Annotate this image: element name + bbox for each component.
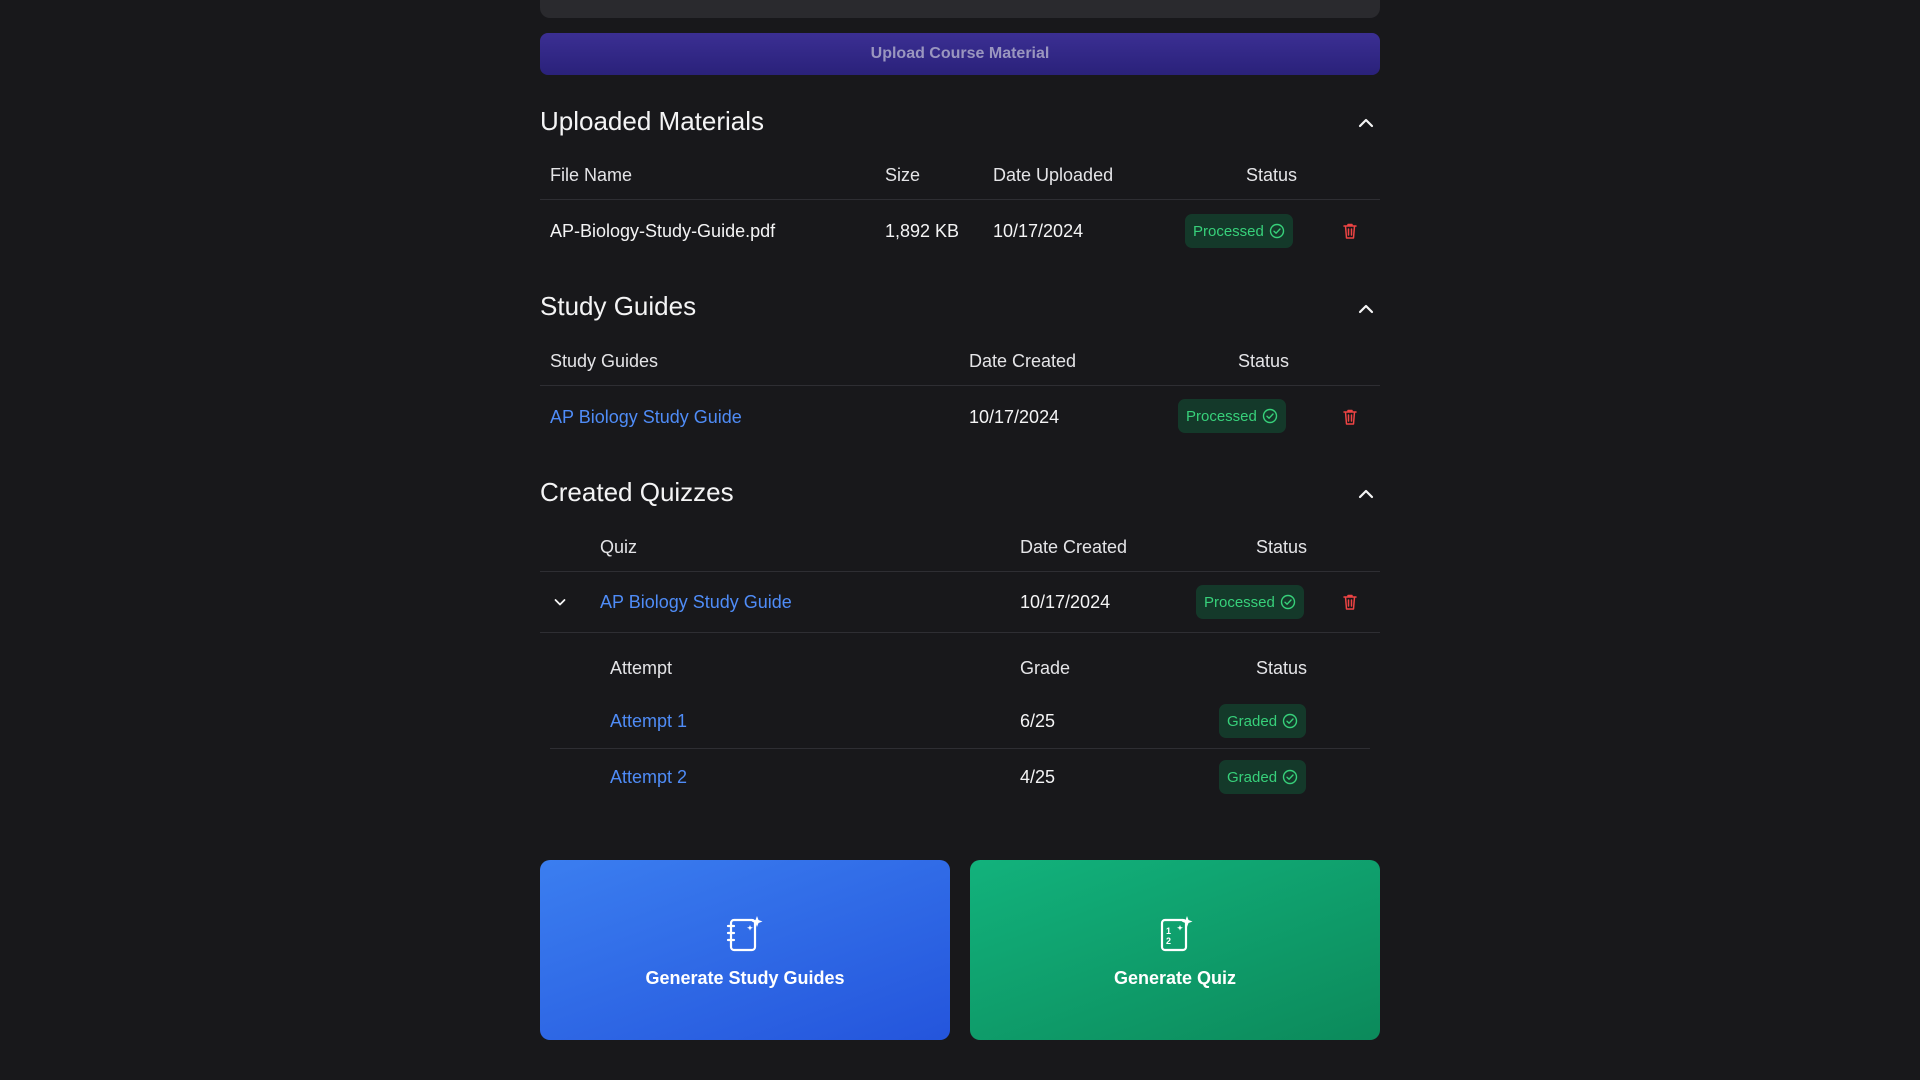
generate-study-guides-label: Generate Study Guides [645,967,845,988]
study-guide-date: 10/17/2024 [969,407,1060,427]
generate-quiz-label: Generate Quiz [1113,967,1237,988]
collapse-quizzes-button[interactable] [1352,480,1380,508]
header-date-created: Date Created [969,351,1077,371]
header-size: Size [885,165,921,185]
divider [550,748,1370,749]
uploaded-materials-title: Uploaded Materials [540,106,765,136]
generate-quiz-button[interactable]: 1 2 Generate Quiz [970,860,1380,1040]
header-file-name: File Name [550,165,633,185]
svg-text:1: 1 [1166,926,1171,936]
check-circle-icon [1269,223,1285,239]
header-date-created: Date Created [1020,537,1128,557]
expand-quiz-button[interactable] [549,591,571,613]
attempt-2-link[interactable]: Attempt 2 [610,767,687,788]
status-badge: Processed [1185,214,1293,248]
check-circle-icon [1282,713,1298,729]
material-date: 10/17/2024 [993,221,1084,241]
material-size: 1,892 KB [885,221,960,241]
status-label: Processed [1186,407,1257,425]
quiz-date: 10/17/2024 [1020,592,1111,612]
header-grade: Grade [1020,658,1071,678]
quiz-sparkle-icon: 1 2 [1160,915,1193,951]
delete-study-guide-button[interactable] [1340,407,1360,427]
delete-quiz-button[interactable] [1340,592,1360,612]
divider [540,571,1380,572]
svg-text:2: 2 [1166,936,1171,946]
divider [540,199,1380,200]
chevron-up-icon [1358,304,1374,314]
status-badge: Graded [1219,760,1307,794]
status-badge: Processed [1178,399,1286,433]
header-status: Status [1256,658,1308,678]
study-guides-title: Study Guides [540,291,697,321]
file-drop-field[interactable] [540,0,1380,18]
study-guide-link[interactable]: AP Biology Study Guide [550,407,742,428]
trash-icon [1343,223,1357,239]
header-date-uploaded: Date Uploaded [993,165,1114,185]
collapse-uploaded-materials-button[interactable] [1352,109,1380,137]
check-circle-icon [1282,769,1298,785]
header-status: Status [1238,351,1290,371]
trash-icon [1343,409,1357,425]
chevron-down-icon [554,599,566,606]
divider [540,632,1380,633]
attempt-2-grade: 4/25 [1020,767,1056,787]
chevron-up-icon [1358,489,1374,499]
header-attempt: Attempt [610,658,673,678]
header-quiz: Quiz [600,537,638,557]
trash-icon [1343,594,1357,610]
header-study-guides: Study Guides [550,351,659,371]
created-quizzes-title: Created Quizzes [540,477,734,507]
status-badge: Processed [1196,585,1304,619]
delete-material-button[interactable] [1340,221,1360,241]
notebook-sparkle-icon [726,915,763,951]
chevron-up-icon [1358,118,1374,128]
generate-study-guides-button[interactable]: Generate Study Guides [540,860,950,1040]
header-status: Status [1256,537,1308,557]
check-circle-icon [1262,408,1278,424]
header-status: Status [1246,165,1298,185]
status-badge: Graded [1219,704,1307,738]
material-file-name: AP-Biology-Study-Guide.pdf [550,221,776,241]
attempt-1-grade: 6/25 [1020,711,1056,731]
attempt-1-link[interactable]: Attempt 1 [610,711,687,732]
collapse-study-guides-button[interactable] [1352,295,1380,323]
check-circle-icon [1280,594,1296,610]
quiz-link[interactable]: AP Biology Study Guide [600,592,792,613]
divider [540,385,1380,386]
status-label: Graded [1227,768,1278,786]
status-label: Graded [1227,712,1278,730]
upload-course-material-button[interactable]: Upload Course Material [540,33,1380,75]
status-label: Processed [1193,222,1264,240]
status-label: Processed [1204,593,1275,611]
